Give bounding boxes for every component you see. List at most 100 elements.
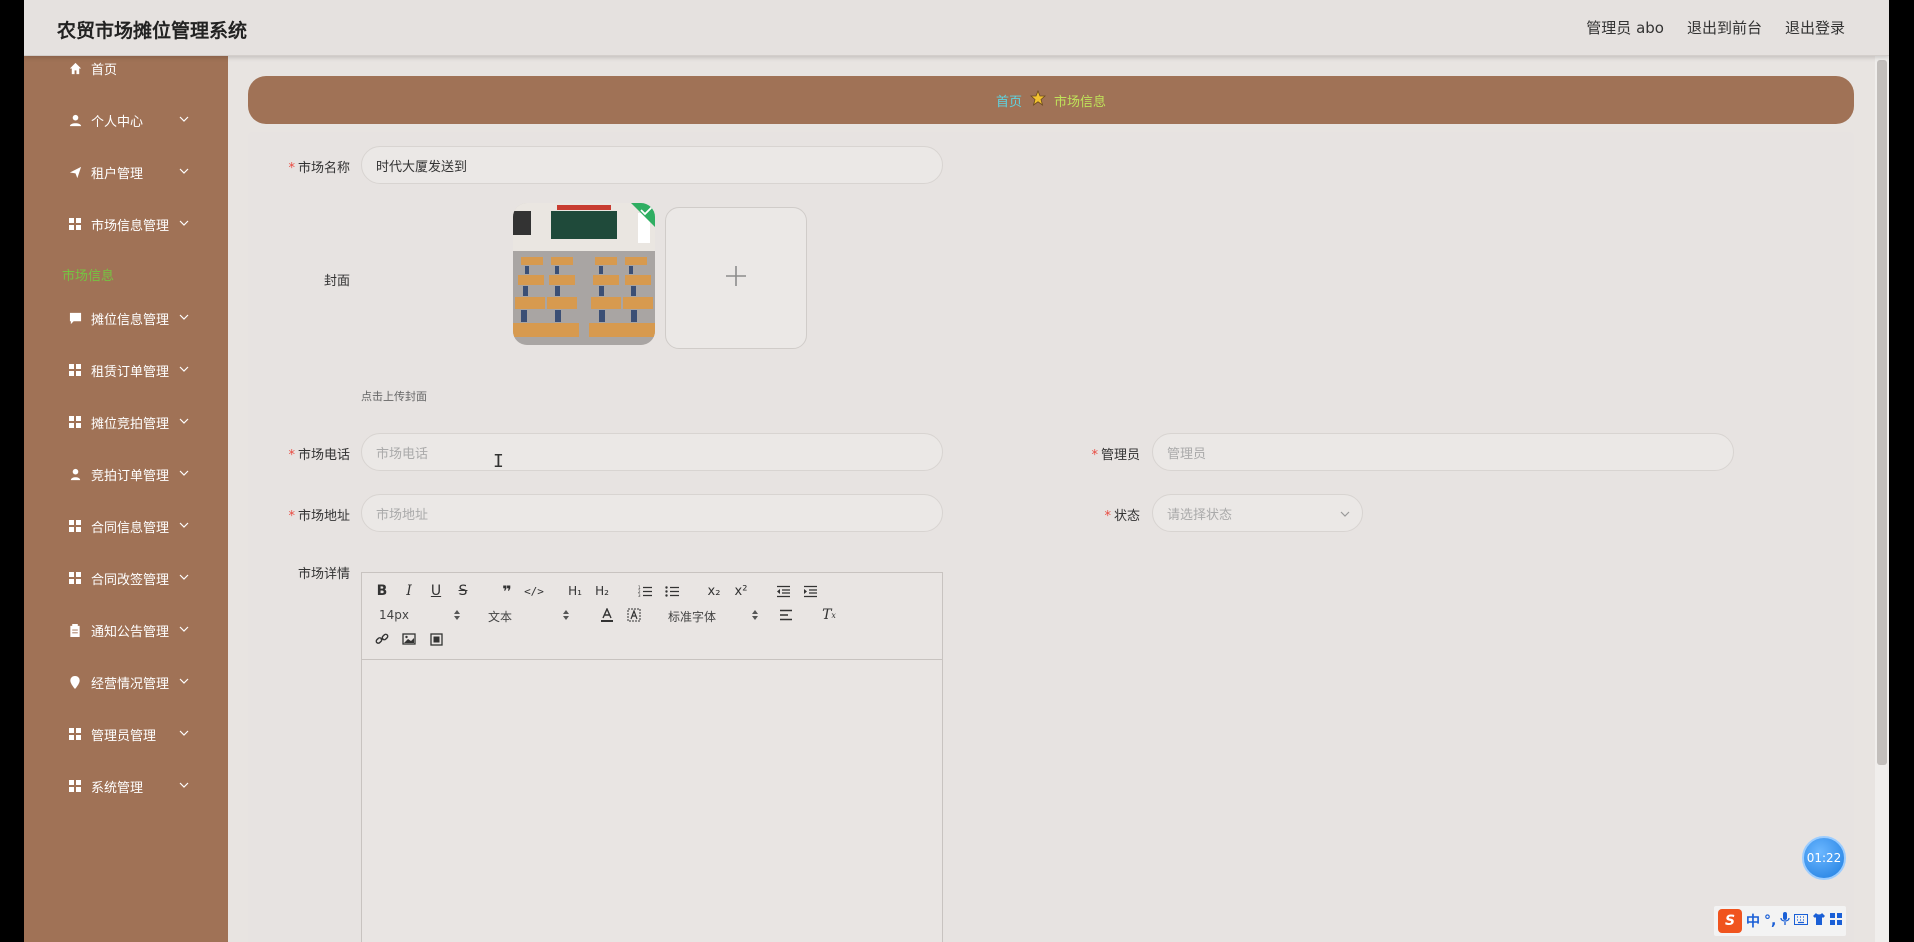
app-window: 农贸市场摊位管理系统 管理员 abo 退出到前台 退出登录 首页 个人中心 租户… (24, 0, 1889, 942)
breadcrumb-home-link[interactable]: 首页 (996, 91, 1022, 110)
grid-icon (68, 571, 82, 585)
superscript-icon[interactable]: x² (731, 581, 751, 601)
plus-icon (724, 264, 748, 292)
grid-icon (68, 519, 82, 533)
sidebar-item-label: 管理员管理 (91, 728, 157, 744)
sidebar-item-market-info[interactable]: 市场信息管理 (24, 204, 228, 244)
manager-input[interactable]: 管理员 (1152, 433, 1734, 471)
punctuation-icon[interactable]: °, (1764, 913, 1776, 929)
classroom-image (513, 203, 655, 345)
chevron-down-icon (179, 675, 189, 690)
status-select[interactable]: 请选择状态 (1152, 494, 1363, 532)
sidebar-item-profile[interactable]: 个人中心 (24, 100, 228, 140)
chevron-down-icon (179, 165, 189, 180)
paper-plane-icon (68, 165, 82, 179)
star-icon (1029, 89, 1047, 110)
breadcrumb-current: 市场信息 (1054, 94, 1107, 110)
bold-icon[interactable]: B (372, 581, 392, 601)
chevron-down-icon (179, 623, 189, 638)
editor-content-area[interactable] (362, 661, 942, 942)
timer-badge[interactable]: 01:22 (1802, 836, 1846, 880)
ordered-list-icon[interactable]: 123 (635, 581, 655, 601)
chevron-down-icon (179, 415, 189, 430)
sidebar-item-label: 通知公告管理 (91, 624, 170, 640)
address-input[interactable]: 市场地址 (361, 494, 943, 532)
code-block-icon[interactable]: </> (524, 581, 544, 601)
detail-label: 市场详情 (297, 567, 350, 582)
logout-link[interactable]: 退出登录 (1785, 17, 1845, 38)
sidebar-item-label: 系统管理 (91, 780, 144, 796)
chevron-down-icon (179, 779, 189, 794)
chevron-down-icon (179, 113, 189, 128)
sidebar-item-operations[interactable]: 经营情况管理 (24, 662, 228, 702)
phone-input[interactable]: 市场电话 (361, 433, 943, 471)
background-color-icon[interactable] (624, 605, 644, 625)
app-title: 农贸市场摊位管理系统 (57, 20, 248, 42)
indent-icon[interactable] (800, 581, 820, 601)
skin-shirt-icon[interactable] (1812, 913, 1826, 929)
sidebar-item-announcements[interactable]: 通知公告管理 (24, 610, 228, 650)
sidebar-item-contract-change[interactable]: 合同改签管理 (24, 558, 228, 598)
top-header: 农贸市场摊位管理系统 管理员 abo 退出到前台 退出登录 (24, 0, 1889, 56)
location-icon (68, 675, 82, 689)
font-family-select[interactable]: 标准字体 (668, 608, 716, 625)
manager-label: * 管理员 (1091, 448, 1140, 463)
sidebar-item-auction-orders[interactable]: 竞拍订单管理 (24, 454, 228, 494)
chevron-down-icon (179, 519, 189, 534)
chevron-down-icon (179, 363, 189, 378)
text-style-select[interactable]: 文本 (488, 608, 512, 625)
grid-icon (68, 779, 82, 793)
italic-icon[interactable]: I (399, 581, 419, 601)
image-icon[interactable] (399, 629, 419, 649)
admin-label: 管理员 abo (1586, 19, 1664, 37)
subscript-icon[interactable]: x₂ (704, 581, 724, 601)
toolbox-grid-icon[interactable] (1830, 913, 1843, 929)
font-size-select[interactable]: 14px (379, 608, 409, 622)
underline-icon[interactable]: U (426, 581, 446, 601)
cover-thumbnail[interactable] (513, 203, 655, 345)
breadcrumb: 首页 市场信息 (248, 76, 1854, 124)
heading2-icon[interactable]: H₂ (592, 581, 612, 601)
text-cursor: I (493, 451, 504, 472)
market-name-input[interactable]: 时代大厦发送到 (361, 146, 943, 184)
font-color-icon[interactable] (597, 605, 617, 625)
outdent-icon[interactable] (773, 581, 793, 601)
video-icon[interactable] (426, 629, 446, 649)
strikethrough-icon[interactable]: S (453, 581, 473, 601)
sidebar-item-stall-auction[interactable]: 摊位竞拍管理 (24, 402, 228, 442)
sidebar-item-label: 合同改签管理 (91, 572, 170, 588)
sogou-logo-icon: S (1718, 909, 1742, 933)
scrollbar-thumb[interactable] (1877, 60, 1887, 765)
grid-icon (68, 217, 82, 231)
frontend-link[interactable]: 退出到前台 (1687, 17, 1762, 38)
sidebar-item-label: 摊位信息管理 (91, 312, 170, 328)
sidebar-subitem-market[interactable]: 市场信息 (62, 265, 114, 284)
chevron-down-icon (179, 571, 189, 586)
sidebar-item-label: 竞拍订单管理 (91, 468, 170, 484)
blockquote-icon[interactable]: ❞ (497, 581, 517, 601)
grid-icon (68, 727, 82, 741)
header-links: 管理员 abo 退出到前台 退出登录 (1586, 17, 1845, 38)
status-label: * 状态 (1104, 509, 1140, 524)
sidebar-item-system[interactable]: 系统管理 (24, 766, 228, 806)
align-icon[interactable] (776, 605, 796, 625)
sidebar-item-stall-info[interactable]: 摊位信息管理 (24, 298, 228, 338)
heading1-icon[interactable]: H₁ (565, 581, 585, 601)
sidebar-item-tenants[interactable]: 租户管理 (24, 152, 228, 192)
chevron-down-icon (179, 467, 189, 482)
sidebar: 首页 个人中心 租户管理 市场信息管理 市场信息 摊位信息管理 租赁订单管理 摊… (24, 56, 228, 942)
cover-upload-button[interactable] (665, 207, 807, 349)
keyboard-icon[interactable] (1794, 913, 1809, 929)
status-select-value: 请选择状态 (1167, 507, 1233, 523)
sidebar-item-admins[interactable]: 管理员管理 (24, 714, 228, 754)
grid-icon (68, 363, 82, 377)
sidebar-item-contract-info[interactable]: 合同信息管理 (24, 506, 228, 546)
sidebar-item-rental-orders[interactable]: 租赁订单管理 (24, 350, 228, 390)
link-icon[interactable] (372, 629, 392, 649)
microphone-icon[interactable] (1780, 912, 1790, 930)
updown-arrow-icon (745, 605, 765, 625)
clear-format-icon[interactable]: Tx (819, 605, 839, 625)
ime-language-toggle[interactable]: 中 (1746, 911, 1760, 931)
rich-text-editor: B I U S ❞ </> H₁ H₂ 123 x₂ x² 14px 文本 标准… (361, 572, 943, 942)
bullet-list-icon[interactable] (662, 581, 682, 601)
